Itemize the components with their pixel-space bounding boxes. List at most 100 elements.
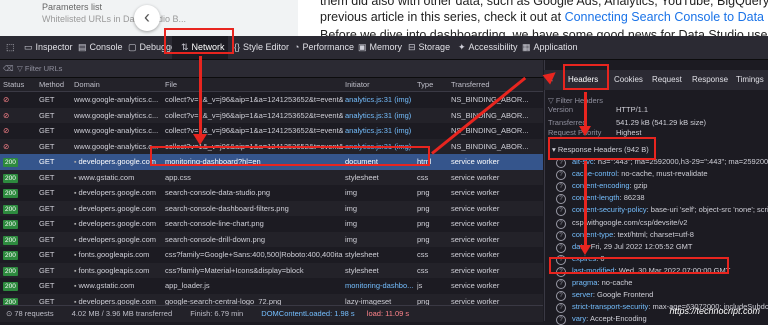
lock-icon: ▪ [74, 205, 77, 213]
header-name: pragma [572, 278, 598, 287]
sidebar-link[interactable]: Whitelisted URLs in Data Studio B... [42, 14, 186, 24]
help-icon[interactable]: ? [556, 315, 566, 325]
column-header-domain[interactable]: Domain [74, 78, 100, 91]
domain-cell: ▪ fonts.googleapis.com [74, 247, 164, 263]
method-cell: GET [39, 172, 55, 182]
tab-inspector[interactable]: ▭ Inspector [24, 36, 73, 59]
initiator-cell: img [345, 234, 358, 244]
method-cell: GET [39, 95, 55, 104]
initiator-cell: analytics.js:31 (img) [345, 110, 412, 120]
header-value: Google Frontend [597, 290, 654, 300]
table-row[interactable]: 200 GET ▪ developers.google.com search-conso… [0, 231, 543, 247]
status-cell: 200 [3, 263, 37, 278]
header-value: csp.withgoogle.com/csp/devsite/v2 [572, 217, 688, 227]
response-header-row[interactable]: ? content-security-policy: base-uri 'self… [556, 203, 768, 217]
web-page-area: Parameters list Whitelisted URLs in Data… [0, 0, 768, 36]
column-header-status[interactable]: Status [3, 78, 24, 91]
transferred-cell: service worker [451, 188, 500, 197]
tab-label: Style Editor [243, 42, 290, 52]
lock-icon: ▪ [74, 236, 77, 244]
tab-timings[interactable]: Timings [736, 70, 764, 90]
article-text-line: Before we dive into dashboarding, we hav… [320, 28, 768, 36]
pick-element-button[interactable]: ⬚ [6, 36, 18, 59]
column-header-transferred[interactable]: Transferred [451, 78, 490, 91]
highlight-box-response-headers [548, 137, 656, 160]
filter-placeholder: Filter URLs [24, 64, 63, 73]
tab-request[interactable]: Request [652, 70, 682, 90]
header-name: cache-control [572, 169, 618, 179]
domain-text: fonts.googleapis.com [78, 265, 150, 275]
table-row[interactable]: 200 GET ▪ fonts.googleapis.com css?family=Go… [0, 247, 543, 263]
finish-time: Finish: 6.79 min [190, 309, 244, 318]
type-cell: css [417, 172, 429, 182]
initiator-cell: stylesheet [345, 265, 379, 275]
domain-text: developers.google.com [78, 157, 157, 166]
tab-cookies[interactable]: Cookies [614, 70, 643, 90]
response-header-row[interactable]: ? csp.withgoogle.com/csp/devsite/v2 [556, 216, 687, 229]
column-header-method[interactable]: Method [39, 78, 64, 91]
version-row: Version HTTP/1.1 [548, 103, 648, 116]
type-cell: png [417, 219, 430, 228]
article-link[interactable]: Connecting Search Console to Data Studio [565, 10, 768, 24]
table-row[interactable]: 200 GET ▪ www.gstatic.com app.css stylesheet c… [0, 169, 543, 185]
method-cell: GET [39, 188, 55, 197]
domain-text: www.google-analytics.c... [74, 141, 159, 151]
response-header-row[interactable]: ? content-encoding: gzip [556, 179, 648, 193]
response-header-row[interactable]: ? server: Google Frontend [556, 288, 654, 302]
table-row[interactable]: ⊘ GET www.google-analytics.c... collect?v=1… [0, 92, 543, 108]
column-header-initiator[interactable]: Initiator [345, 78, 370, 91]
tab-memory[interactable]: ▣ Memory [358, 36, 402, 59]
status-cell: ⊘ [3, 139, 37, 154]
response-header-row[interactable]: ? date: Fri, 29 Jul 2022 12:05:52 GMT [556, 240, 693, 253]
column-header-file[interactable]: File [165, 78, 177, 91]
header-value: gzip [633, 181, 648, 191]
filter-icon: ▽ [17, 64, 25, 73]
transferred-cell: service worker [451, 172, 500, 182]
domain-cell: ▪developers.google.com [74, 216, 164, 232]
table-row[interactable]: 200 GET ▪ developers.google.com search-conso… [0, 216, 543, 232]
response-header-row[interactable]: ? cache-control: no-cache, must-revalidat… [556, 167, 708, 181]
trash-icon[interactable]: ⌫ [3, 60, 14, 77]
back-button[interactable]: ‹ [134, 5, 160, 31]
status-badge: 200 [3, 204, 18, 214]
header-value: base-uri 'self'; object-src 'none'; scri… [650, 205, 768, 215]
domain-cell: ▪ fonts.googleapis.com [74, 263, 164, 279]
blocked-icon: ⊘ [3, 110, 10, 120]
tab-performance[interactable]: ◔ Performance [294, 36, 354, 59]
sidebar-link[interactable]: Parameters list [42, 2, 102, 12]
table-row[interactable]: ⊘ GET www.google-analytics.c... collect?v=1… [0, 107, 543, 123]
tab-storage[interactable]: ⊟ Storage [408, 36, 450, 59]
tab-console[interactable]: ▤ Console [78, 36, 123, 59]
priority-value: Highest [616, 128, 642, 137]
table-row[interactable]: 200 GET ▪ developers.google.com search-conso… [0, 200, 543, 216]
table-row[interactable]: 200 GET ▪ developers.google.com search-conso… [0, 185, 543, 201]
lock-icon: ▪ [74, 252, 77, 259]
file-cell: search-console-line-chart.png [165, 219, 264, 228]
tab-style-editor[interactable]: {} Style Editor [234, 36, 289, 59]
application-icon: ▦ [522, 42, 531, 52]
filter-urls-input[interactable]: ▽ Filter URLs [17, 60, 62, 77]
tab-response[interactable]: Response [692, 70, 728, 90]
tab-accessibility[interactable]: ✦ Accessibility [458, 36, 518, 59]
header-value: no-cache, must-revalidate [621, 169, 708, 179]
tab-application[interactable]: ▦ Application [522, 36, 578, 59]
method-cell: GET [39, 203, 55, 213]
highlight-box-selected-request [150, 146, 430, 166]
domain-text: www.gstatic.com [78, 172, 135, 182]
type-cell: png [417, 203, 430, 213]
response-header-row[interactable]: ? content-length: 86238 [556, 191, 645, 205]
article-text-line: them did also with other data, such as G… [320, 0, 768, 8]
tab-label: Application [533, 42, 578, 52]
highlight-box-network [164, 28, 234, 54]
table-row[interactable]: 200 GET ▪ www.gstatic.com app_loader.js monit… [0, 278, 543, 294]
lock-icon: ▪ [74, 174, 77, 182]
method-cell: GET [39, 265, 55, 275]
response-header-row[interactable]: ? pragma: no-cache [556, 276, 632, 289]
initiator-cell: analytics.js:31 (img) [345, 126, 412, 135]
column-header-type[interactable]: Type [417, 78, 433, 91]
header-name: server [572, 290, 593, 300]
table-row[interactable]: 200 GET ▪ fonts.googleapis.com css?family=Ma… [0, 262, 543, 279]
file-cell: app.css [165, 172, 191, 182]
response-header-row[interactable]: ? content-type: text/html; charset=utf-8 [556, 228, 694, 241]
response-header-row[interactable]: ? vary: Accept-Encoding [556, 312, 647, 325]
